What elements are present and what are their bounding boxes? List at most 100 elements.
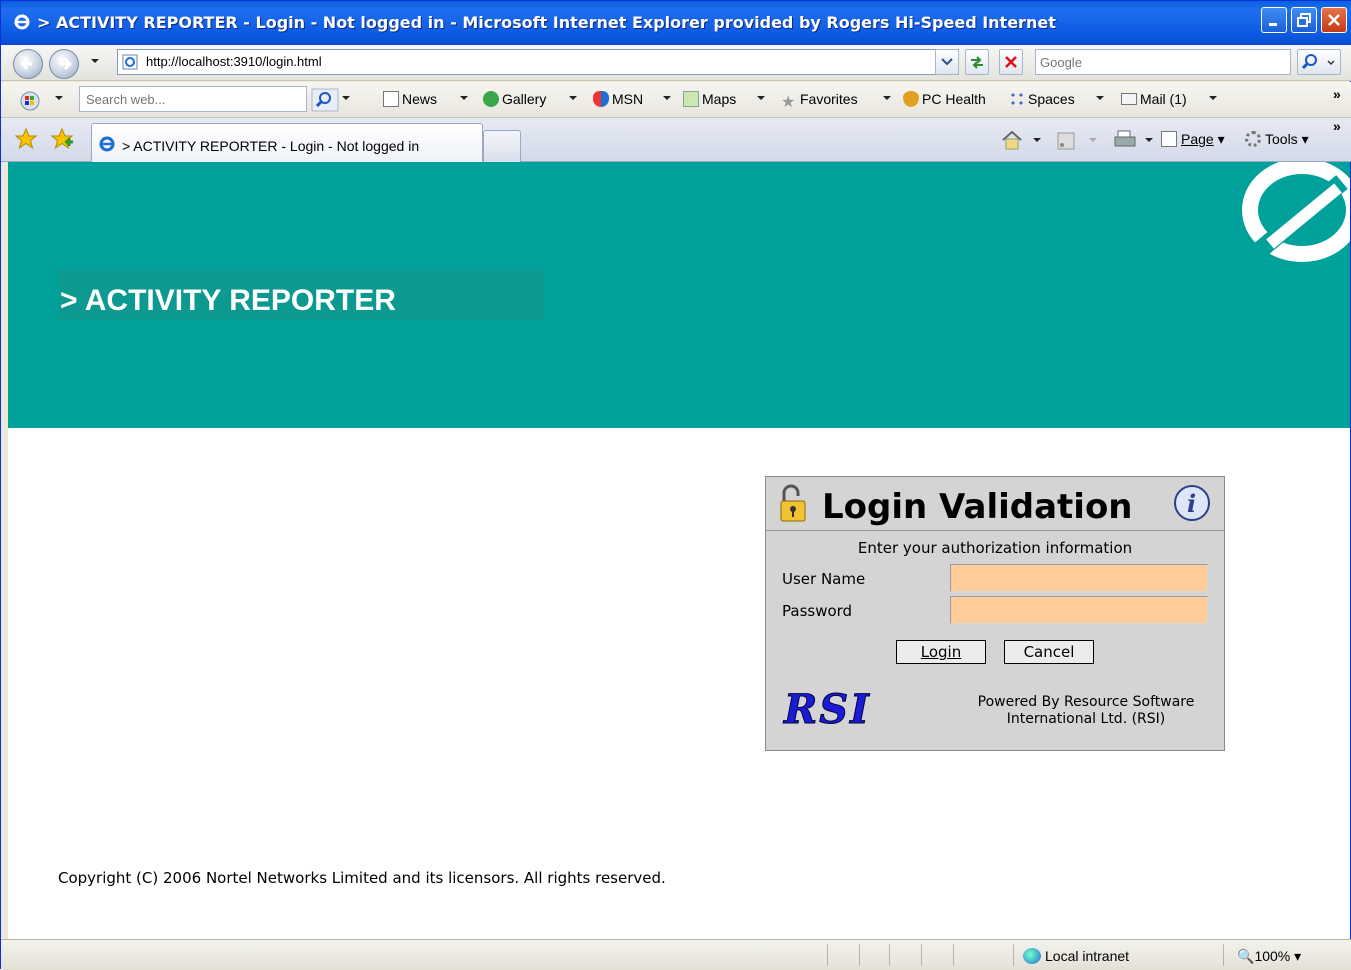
title-bar: > ACTIVITY REPORTER - Login - Not logged…: [1, 1, 1351, 45]
info-icon[interactable]: i: [1172, 483, 1212, 523]
password-label: Password: [782, 602, 853, 620]
status-separator: [1013, 944, 1014, 966]
spaces-icon: [1009, 91, 1025, 107]
live-menu-dropdown-icon[interactable]: [55, 96, 63, 100]
forward-arrow-icon: [60, 57, 73, 71]
toolbar-overflow-chevron-icon[interactable]: »: [1333, 86, 1341, 102]
msn-dropdown-icon[interactable]: [663, 96, 671, 100]
ie-tab-icon: [99, 136, 115, 152]
status-separator: [921, 944, 922, 966]
security-zone[interactable]: Local intranet: [1023, 948, 1129, 964]
gallery-dropdown-icon[interactable]: [569, 96, 577, 100]
status-separator: [827, 944, 828, 966]
forward-button[interactable]: [49, 49, 79, 79]
web-search-box[interactable]: [79, 86, 307, 112]
chevron-down-icon: [941, 58, 953, 66]
restore-icon: [1297, 13, 1311, 27]
login-header: Login Validation i: [766, 477, 1224, 531]
pc-health-shield-icon: [903, 91, 919, 107]
toolbar-maps[interactable]: Maps: [683, 91, 736, 107]
live-search-box[interactable]: [1035, 49, 1291, 75]
username-label: User Name: [782, 570, 866, 588]
mail-icon: [1121, 93, 1137, 105]
address-dropdown-button[interactable]: [935, 49, 959, 75]
status-separator: [889, 944, 890, 966]
web-search-go-icon[interactable]: [311, 88, 341, 112]
tab-bar: > ACTIVITY REPORTER - Login - Not logged…: [1, 118, 1351, 162]
news-dropdown-icon[interactable]: [460, 96, 468, 100]
login-instructions: Enter your authorization information: [857, 539, 1133, 557]
favorites-center-star-icon[interactable]: [15, 128, 37, 150]
toolbar-spaces[interactable]: Spaces: [1009, 91, 1075, 107]
toolbar-news[interactable]: News: [383, 91, 437, 107]
command-overflow-chevron-icon[interactable]: »: [1333, 118, 1341, 134]
tab-activity-reporter[interactable]: > ACTIVITY REPORTER - Login - Not logged…: [91, 123, 483, 162]
maps-icon: [683, 91, 699, 107]
stop-icon: [1005, 56, 1017, 68]
page-menu-icon: [1161, 131, 1177, 147]
back-button[interactable]: [13, 49, 43, 79]
gallery-icon: [483, 91, 499, 107]
zoom-control[interactable]: 🔍100% ▾: [1237, 948, 1301, 965]
status-bar: Local intranet 🔍100% ▾: [1, 939, 1351, 970]
ie-page-icon: [122, 54, 138, 70]
minimize-button[interactable]: [1261, 7, 1287, 33]
ie-logo-icon: [14, 14, 30, 30]
rsi-logo-text: RSI: [783, 686, 871, 729]
maps-dropdown-icon[interactable]: [757, 96, 765, 100]
login-panel: Login Validation i Enter your authorizat…: [765, 476, 1225, 751]
back-arrow-icon: [19, 57, 32, 71]
page-menu[interactable]: Page ▾: [1161, 131, 1225, 148]
tab-label: > ACTIVITY REPORTER - Login - Not logged…: [122, 138, 420, 154]
home-icon[interactable]: [1001, 130, 1023, 150]
login-button[interactable]: Login: [896, 640, 986, 664]
print-icon[interactable]: [1113, 130, 1137, 150]
powered-by-text: Powered By Resource Software Internation…: [977, 694, 1195, 727]
toolbar-mail[interactable]: Mail (1): [1121, 91, 1187, 107]
add-favorite-icon[interactable]: [51, 128, 73, 150]
tools-menu[interactable]: Tools ▾: [1245, 131, 1309, 148]
restore-button[interactable]: [1291, 7, 1317, 33]
links-toolbar: News Gallery MSN Maps ★Favorites PC Heal…: [1, 82, 1351, 118]
unlocked-padlock-icon: [780, 484, 806, 522]
web-search-dropdown-icon[interactable]: [342, 96, 350, 100]
web-search-input[interactable]: [80, 87, 306, 111]
window-title: > ACTIVITY REPORTER - Login - Not logged…: [37, 13, 1056, 32]
login-title: Login Validation: [822, 487, 1133, 527]
favorites-star-icon: ★: [781, 94, 796, 111]
copyright-notice: Copyright (C) 2006 Nortel Networks Limit…: [58, 869, 666, 887]
live-search-input[interactable]: [1036, 50, 1290, 74]
msn-butterfly-icon: [593, 91, 609, 107]
page-content: > ACTIVITY REPORTER Login Validation i E…: [8, 162, 1350, 939]
status-separator: [953, 944, 954, 966]
favorites-dropdown-icon[interactable]: [883, 96, 891, 100]
spaces-dropdown-icon[interactable]: [1096, 96, 1104, 100]
browser-window: > ACTIVITY REPORTER - Login - Not logged…: [0, 0, 1351, 970]
address-input[interactable]: http://localhost:3910/login.html: [117, 49, 959, 75]
username-field[interactable]: [950, 564, 1208, 592]
mail-dropdown-icon[interactable]: [1209, 96, 1217, 100]
password-input[interactable]: [951, 597, 1207, 623]
history-dropdown-icon[interactable]: [91, 59, 99, 63]
close-button[interactable]: [1321, 7, 1347, 33]
rsi-logo: RSI: [783, 686, 871, 730]
toolbar-pc-health[interactable]: PC Health: [903, 91, 986, 107]
feeds-icon[interactable]: [1057, 132, 1075, 150]
new-tab-button[interactable]: [483, 130, 521, 162]
password-field[interactable]: [950, 596, 1208, 624]
toolbar-gallery[interactable]: Gallery: [483, 91, 546, 107]
windows-live-icon[interactable]: [19, 91, 41, 111]
status-separator: [859, 944, 860, 966]
local-intranet-globe-icon: [1023, 948, 1041, 964]
stop-button[interactable]: [999, 49, 1023, 75]
cancel-button[interactable]: Cancel: [1004, 640, 1094, 664]
refresh-button[interactable]: [965, 49, 989, 75]
header-banner: > ACTIVITY REPORTER: [8, 162, 1350, 428]
toolbar-favorites[interactable]: ★ Favorites: [781, 91, 858, 111]
username-input[interactable]: [951, 565, 1207, 591]
print-dropdown-icon[interactable]: [1145, 138, 1153, 142]
home-dropdown-icon[interactable]: [1033, 138, 1041, 142]
close-icon: [1328, 14, 1340, 26]
toolbar-msn[interactable]: MSN: [593, 91, 643, 107]
search-go-button[interactable]: [1297, 49, 1341, 75]
